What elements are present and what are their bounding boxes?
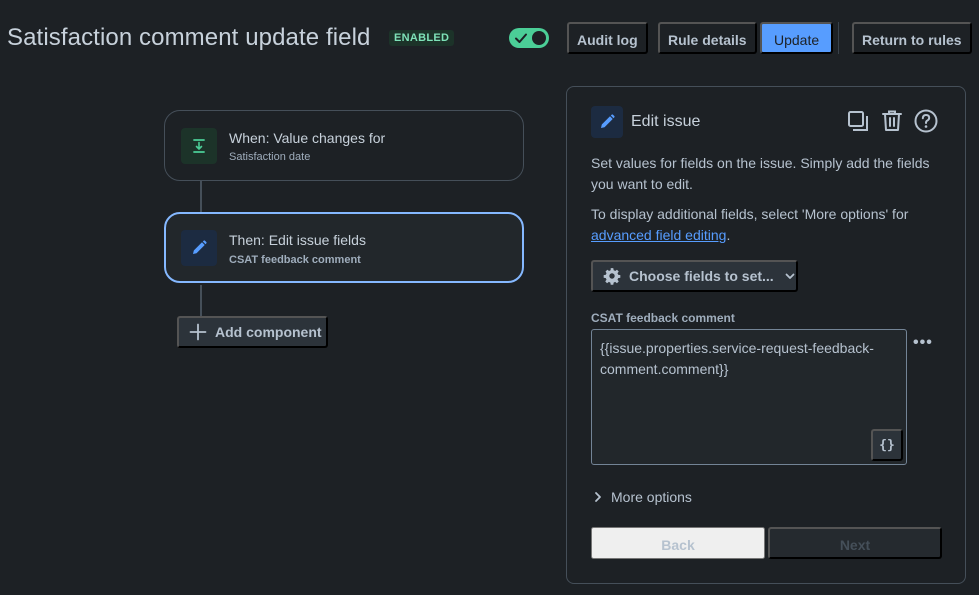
more-options-toggle[interactable]: More options: [593, 489, 692, 505]
action-node[interactable]: Then: Edit issue fields CSAT feedback co…: [164, 212, 524, 283]
choose-fields-button[interactable]: Choose fields to set...: [591, 260, 798, 292]
header-divider: [838, 22, 839, 54]
help-icon[interactable]: [913, 108, 939, 134]
advanced-editing-hint: To display additional fields, select 'Mo…: [591, 204, 941, 246]
edit-issue-panel: Edit issue Set values for fields on the …: [566, 86, 966, 584]
rule-details-button[interactable]: Rule details: [658, 22, 757, 54]
action-subtitle: CSAT feedback comment: [229, 254, 361, 266]
return-to-rules-button[interactable]: Return to rules: [852, 22, 972, 54]
smart-value-button[interactable]: {}: [871, 429, 903, 461]
panel-title: Edit issue: [631, 113, 701, 130]
trash-icon[interactable]: [879, 108, 905, 134]
action-title: Then: Edit issue fields: [229, 232, 366, 248]
status-badge: ENABLED: [389, 30, 455, 46]
hint-prefix: To display additional fields, select 'Mo…: [591, 206, 909, 222]
audit-log-button[interactable]: Audit log: [567, 22, 648, 54]
panel-actions: [845, 108, 939, 134]
more-actions-icon[interactable]: •••: [913, 335, 937, 353]
check-icon: [515, 33, 527, 43]
pencil-icon: [591, 106, 623, 138]
toggle-knob: [532, 31, 546, 45]
page-title: Satisfaction comment update field: [7, 24, 371, 51]
add-component-label: Add component: [215, 324, 322, 340]
enable-toggle[interactable]: [509, 28, 549, 48]
chevron-right-icon: [595, 492, 601, 502]
field-value: {{issue.properties.service-request-feedb…: [600, 340, 874, 377]
plus-icon: [189, 323, 207, 341]
duplicate-icon[interactable]: [845, 108, 871, 134]
update-button[interactable]: Update: [760, 22, 834, 54]
flow-connector: [200, 285, 202, 316]
add-component-button[interactable]: Add component: [177, 316, 328, 348]
more-options-label: More options: [611, 489, 692, 505]
panel-description: Set values for fields on the issue. Simp…: [591, 155, 930, 192]
trigger-title: When: Value changes for: [229, 130, 386, 146]
chevron-down-icon: [785, 273, 795, 279]
choose-fields-label: Choose fields to set...: [629, 268, 774, 284]
back-button[interactable]: Back: [591, 527, 765, 559]
pencil-icon: [181, 230, 217, 266]
trigger-node[interactable]: When: Value changes for Satisfaction dat…: [164, 110, 524, 181]
gear-icon: [603, 268, 621, 285]
field-change-icon: [181, 128, 217, 164]
automation-rule-editor: Satisfaction comment update field ENABLE…: [0, 0, 979, 595]
trigger-subtitle: Satisfaction date: [229, 151, 311, 163]
hint-suffix: .: [726, 227, 731, 243]
advanced-field-editing-link[interactable]: advanced field editing: [591, 227, 726, 243]
field-label: CSAT feedback comment: [591, 311, 735, 325]
smart-value-textarea[interactable]: {{issue.properties.service-request-feedb…: [591, 329, 907, 465]
next-button[interactable]: Next: [768, 527, 942, 559]
flow-connector: [200, 181, 202, 213]
